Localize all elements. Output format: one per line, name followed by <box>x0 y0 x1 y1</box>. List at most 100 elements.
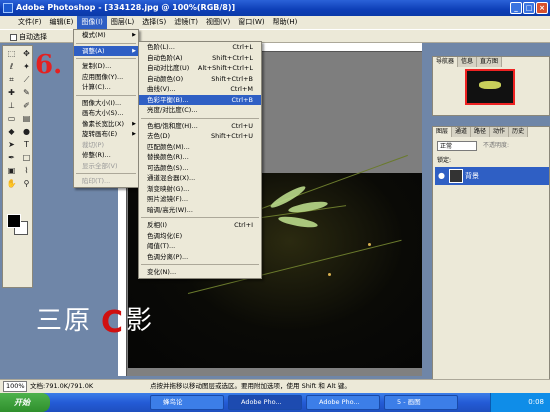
layers-tab[interactable]: 路径 <box>471 127 491 137</box>
adjust-menu-item[interactable]: 通道混合器(X)... <box>139 173 261 184</box>
brush-tool-icon[interactable]: ✎ <box>20 87 33 99</box>
photoshop-app-icon <box>3 3 13 13</box>
foreground-color-swatch[interactable] <box>7 214 21 228</box>
image-menu-item[interactable]: 修整(R)... <box>74 150 138 161</box>
image-menu-item[interactable]: 复制(D)... <box>74 61 138 72</box>
eye-icon[interactable]: ● <box>438 167 445 185</box>
image-menu-item-label: 复制(D)... <box>82 62 112 70</box>
layers-tab[interactable]: 动作 <box>490 127 510 137</box>
bud-dot <box>328 273 331 276</box>
auto-select-checkbox[interactable] <box>10 33 17 41</box>
image-menu-item[interactable]: 应用图像(Y)... <box>74 72 138 83</box>
adjust-menu-item[interactable]: 自动对比度(U) Alt+Shift+Ctrl+L <box>139 63 261 74</box>
adjust-menu-item[interactable]: 色相/饱和度(H)... Ctrl+U <box>139 121 261 132</box>
adjust-menu-item[interactable]: 可选颜色(S)... <box>139 163 261 174</box>
taskbar-task[interactable]: 5 - 画图 <box>384 395 458 410</box>
zoom-field[interactable]: 100% <box>3 381 27 392</box>
eyedropper-tool-icon[interactable]: ⌇ <box>20 165 33 177</box>
layer-row-background[interactable]: ● 背景 <box>435 167 549 185</box>
adjust-menu-item[interactable]: 阈值(T)... <box>139 241 261 252</box>
adjust-menu-item-label: 色调分离(P)... <box>147 252 189 261</box>
adjust-menu-item[interactable]: 亮度/对比度(C)... <box>139 105 261 116</box>
menu-item[interactable]: 窗口(W) <box>234 16 268 29</box>
move-tool-icon[interactable]: ✥ <box>20 48 33 60</box>
history-brush-tool-icon[interactable]: ✐ <box>20 100 33 112</box>
image-menu-item[interactable]: 像素长宽比(X) <box>74 119 138 130</box>
adjust-menu-item[interactable]: 变化(N)... <box>139 267 261 278</box>
image-menu-item[interactable]: 图像大小(I)... <box>74 98 138 109</box>
path-select-tool-icon[interactable]: ➤ <box>5 139 18 151</box>
marquee-tool-icon[interactable]: ⬚ <box>5 48 18 60</box>
image-menu-item[interactable]: 计算(C)... <box>74 82 138 93</box>
blur-tool-icon[interactable]: ◆ <box>5 126 18 138</box>
layer-thumbnail <box>449 169 463 183</box>
slice-tool-icon[interactable]: ⟋ <box>20 74 33 86</box>
adjust-menu-item-label: 自动颜色(O) <box>147 74 184 83</box>
adjust-menu-item[interactable]: 色调分离(P)... <box>139 252 261 263</box>
layers-tab[interactable]: 历史 <box>509 127 529 137</box>
lasso-tool-icon[interactable]: ℓ <box>5 61 18 73</box>
step-number: 6. <box>35 50 63 80</box>
start-button[interactable]: 开始 <box>0 393 50 412</box>
adjust-menu-item[interactable]: 照片滤镜(F)... <box>139 194 261 205</box>
image-menu-item[interactable]: 旋转画布(E) <box>74 129 138 140</box>
minimize-button[interactable]: _ <box>510 2 522 14</box>
adjust-menu-item[interactable]: 曲线(V)... Ctrl+M <box>139 84 261 95</box>
adjust-menu-item-shortcut: Shift+Ctrl+B <box>211 74 253 83</box>
menu-item[interactable]: 图像(I) <box>77 16 107 29</box>
image-menu-item[interactable]: 画布大小(S)... <box>74 108 138 119</box>
image-menu-item[interactable]: 模式(M) <box>74 30 138 41</box>
menu-item[interactable]: 视图(V) <box>202 16 234 29</box>
navigator-thumbnail[interactable] <box>465 69 515 105</box>
adjust-menu-item-label: 自动色阶(A) <box>147 53 183 62</box>
layers-tab[interactable]: 图层 <box>433 127 453 137</box>
notes-tool-icon[interactable]: ▣ <box>5 165 18 177</box>
pen-tool-icon[interactable]: ✒ <box>5 152 18 164</box>
adjust-menu-item[interactable]: 去色(D) Shift+Ctrl+U <box>139 131 261 142</box>
menu-item[interactable]: 选择(S) <box>138 16 170 29</box>
adjust-menu-item[interactable]: 匹配颜色(M)... <box>139 142 261 153</box>
taskbar-task[interactable]: Adobe Pho... <box>228 395 302 410</box>
healing-brush-tool-icon[interactable]: ✚ <box>5 87 18 99</box>
adjust-menu-item[interactable]: 渐变映射(G)... <box>139 184 261 195</box>
blend-mode-select[interactable]: 正常 <box>437 141 477 151</box>
navigator-tab[interactable]: 信息 <box>458 57 478 67</box>
menu-item[interactable]: 文件(F) <box>14 16 46 29</box>
type-tool-icon[interactable]: T <box>20 139 33 151</box>
zoom-tool-icon[interactable]: ⚲ <box>20 178 33 190</box>
adjust-menu-item[interactable]: 自动颜色(O) Shift+Ctrl+B <box>139 74 261 85</box>
adjust-menu-item[interactable]: 色彩平衡(B)... Ctrl+B <box>139 94 261 105</box>
doc-size-info[interactable]: 文档:791.0K/791.0K <box>30 380 93 393</box>
taskbar-task[interactable]: Adobe Pho... <box>306 395 380 410</box>
dodge-tool-icon[interactable]: ● <box>20 126 33 138</box>
window-title: Adobe Photoshop - [334128.jpg @ 100%(RGB… <box>16 3 236 12</box>
shape-tool-icon[interactable]: □ <box>20 152 33 164</box>
menu-item[interactable]: 帮助(H) <box>269 16 302 29</box>
adjust-menu-item[interactable]: 色调均化(E) <box>139 231 261 242</box>
taskbar-task[interactable]: 蜂鸟论 <box>150 395 224 410</box>
adjust-menu-item[interactable]: 反相(I) Ctrl+I <box>139 220 261 231</box>
gradient-tool-icon[interactable]: ▤ <box>20 113 33 125</box>
adjust-menu-item[interactable]: 自动色阶(A) Shift+Ctrl+L <box>139 53 261 64</box>
menu-separator <box>76 58 136 59</box>
magic-wand-tool-icon[interactable]: ✦ <box>20 61 33 73</box>
stamp-tool-icon[interactable]: ⊥ <box>5 100 18 112</box>
eraser-tool-icon[interactable]: ▭ <box>5 113 18 125</box>
navigator-tab[interactable]: 导航器 <box>433 57 459 67</box>
adjust-menu-item[interactable]: 色阶(L)... Ctrl+L <box>139 42 261 53</box>
image-menu-item[interactable]: 调整(A) <box>74 45 138 56</box>
layers-panel: 图层 通道 路径 动作 历史 正常 不透明度: 锁定: ● 背景 <box>432 126 550 384</box>
menu-item[interactable]: 图层(L) <box>107 16 138 29</box>
maximize-button[interactable]: □ <box>523 2 535 14</box>
navigator-tab[interactable]: 直方图 <box>477 57 503 67</box>
menu-item[interactable]: 滤镜(T) <box>170 16 202 29</box>
hand-tool-icon[interactable]: ✋ <box>5 178 18 190</box>
crop-tool-icon[interactable]: ⌗ <box>5 74 18 86</box>
adjust-menu-item[interactable]: 替换颜色(R)... <box>139 152 261 163</box>
layers-tab[interactable]: 通道 <box>452 127 472 137</box>
adjust-menu-item[interactable]: 暗调/高光(W)... <box>139 205 261 216</box>
menu-item[interactable]: 编辑(E) <box>46 16 78 29</box>
auto-select-option[interactable]: 自动选择 <box>10 32 47 42</box>
close-button[interactable]: × <box>536 2 548 14</box>
image-menu-item-label: 图像大小(I)... <box>82 98 122 107</box>
